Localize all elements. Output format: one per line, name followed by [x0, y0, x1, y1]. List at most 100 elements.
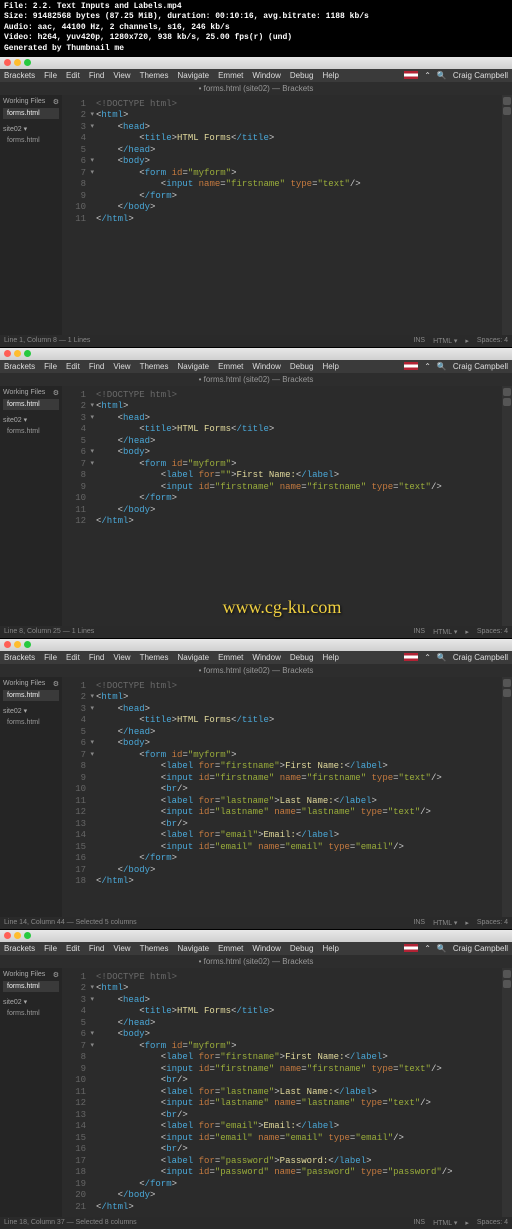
zoom-window-icon[interactable] — [24, 350, 31, 357]
status-lang[interactable]: HTML ▾ — [433, 919, 457, 927]
menu-help[interactable]: Help — [322, 362, 338, 371]
menu-themes[interactable]: Themes — [140, 653, 169, 662]
code-area[interactable]: <!DOCTYPE html> <html> <head> <title>HTM… — [92, 95, 502, 335]
menu-navigate[interactable]: Navigate — [177, 71, 209, 80]
menu-edit[interactable]: Edit — [66, 653, 80, 662]
menu-brackets[interactable]: Brackets — [4, 944, 35, 953]
menu-find[interactable]: Find — [89, 71, 105, 80]
flag-icon[interactable] — [404, 944, 418, 952]
working-file[interactable]: forms.html — [3, 981, 59, 992]
status-spaces[interactable]: Spaces: 4 — [477, 337, 508, 345]
wifi-icon[interactable]: ⌃ — [424, 944, 431, 953]
code-area[interactable]: <!DOCTYPE html> <html> <head> <title>HTM… — [92, 386, 502, 626]
code-editor[interactable]: 1234567891011 <!DOCTYPE html> <html> <he… — [62, 95, 502, 335]
menu-navigate[interactable]: Navigate — [177, 944, 209, 953]
menu-themes[interactable]: Themes — [140, 362, 169, 371]
status-ins[interactable]: INS — [413, 628, 425, 636]
tab-title[interactable]: • forms.html (site02) — Brackets — [199, 84, 314, 93]
menu-view[interactable]: View — [113, 71, 130, 80]
project-head[interactable]: site02 ▾ — [3, 416, 59, 424]
menu-emmet[interactable]: Emmet — [218, 362, 243, 371]
menu-themes[interactable]: Themes — [140, 944, 169, 953]
menu-navigate[interactable]: Navigate — [177, 362, 209, 371]
wifi-icon[interactable]: ⌃ — [424, 362, 431, 371]
menu-edit[interactable]: Edit — [66, 944, 80, 953]
menu-file[interactable]: File — [44, 944, 57, 953]
project-file[interactable]: forms.html — [3, 135, 59, 146]
live-preview-icon[interactable] — [503, 97, 511, 105]
menu-find[interactable]: Find — [89, 944, 105, 953]
project-head[interactable]: site02 ▾ — [3, 707, 59, 715]
close-window-icon[interactable] — [4, 641, 11, 648]
status-ins[interactable]: INS — [413, 919, 425, 927]
status-arrow[interactable]: ▸ — [465, 919, 469, 927]
status-spaces[interactable]: Spaces: 4 — [477, 628, 508, 636]
close-window-icon[interactable] — [4, 59, 11, 66]
project-file[interactable]: forms.html — [3, 1008, 59, 1019]
menu-navigate[interactable]: Navigate — [177, 653, 209, 662]
extension-icon[interactable] — [503, 107, 511, 115]
close-window-icon[interactable] — [4, 350, 11, 357]
extension-icon[interactable] — [503, 980, 511, 988]
menu-edit[interactable]: Edit — [66, 362, 80, 371]
code-editor[interactable]: 123456789101112 <!DOCTYPE html> <html> <… — [62, 386, 502, 626]
menu-emmet[interactable]: Emmet — [218, 653, 243, 662]
menu-view[interactable]: View — [113, 362, 130, 371]
status-lang[interactable]: HTML ▾ — [433, 337, 457, 345]
menu-brackets[interactable]: Brackets — [4, 71, 35, 80]
menu-edit[interactable]: Edit — [66, 71, 80, 80]
user-name[interactable]: Craig Campbell — [453, 653, 508, 662]
menu-window[interactable]: Window — [252, 362, 280, 371]
search-icon[interactable]: 🔍 — [437, 362, 447, 371]
flag-icon[interactable] — [404, 653, 418, 661]
menu-debug[interactable]: Debug — [290, 944, 314, 953]
code-editor[interactable]: 123456789101112131415161718 <!DOCTYPE ht… — [62, 677, 502, 917]
live-preview-icon[interactable] — [503, 679, 511, 687]
project-file[interactable]: forms.html — [3, 426, 59, 437]
menu-window[interactable]: Window — [252, 944, 280, 953]
menu-debug[interactable]: Debug — [290, 71, 314, 80]
wifi-icon[interactable]: ⌃ — [424, 653, 431, 662]
menu-help[interactable]: Help — [322, 944, 338, 953]
menu-brackets[interactable]: Brackets — [4, 362, 35, 371]
menu-themes[interactable]: Themes — [140, 71, 169, 80]
menu-emmet[interactable]: Emmet — [218, 944, 243, 953]
menu-file[interactable]: File — [44, 71, 57, 80]
extension-icon[interactable] — [503, 689, 511, 697]
search-icon[interactable]: 🔍 — [437, 71, 447, 80]
code-area[interactable]: <!DOCTYPE html> <html> <head> <title>HTM… — [92, 677, 502, 917]
menu-debug[interactable]: Debug — [290, 653, 314, 662]
status-arrow[interactable]: ▸ — [465, 628, 469, 636]
code-editor[interactable]: 123456789101112131415161718192021 <!DOCT… — [62, 968, 502, 1218]
zoom-window-icon[interactable] — [24, 641, 31, 648]
menu-window[interactable]: Window — [252, 653, 280, 662]
status-ins[interactable]: INS — [413, 1219, 425, 1227]
zoom-window-icon[interactable] — [24, 932, 31, 939]
live-preview-icon[interactable] — [503, 970, 511, 978]
project-file[interactable]: forms.html — [3, 717, 59, 728]
status-spaces[interactable]: Spaces: 4 — [477, 1219, 508, 1227]
project-head[interactable]: site02 ▾ — [3, 125, 59, 133]
status-lang[interactable]: HTML ▾ — [433, 1219, 457, 1227]
tab-title[interactable]: • forms.html (site02) — Brackets — [199, 375, 314, 384]
status-arrow[interactable]: ▸ — [465, 1219, 469, 1227]
user-name[interactable]: Craig Campbell — [453, 362, 508, 371]
menu-help[interactable]: Help — [322, 71, 338, 80]
sidebar-gear-icon[interactable]: ⚙ — [53, 389, 59, 397]
extension-icon[interactable] — [503, 398, 511, 406]
menu-debug[interactable]: Debug — [290, 362, 314, 371]
search-icon[interactable]: 🔍 — [437, 653, 447, 662]
flag-icon[interactable] — [404, 71, 418, 79]
status-arrow[interactable]: ▸ — [465, 337, 469, 345]
menu-help[interactable]: Help — [322, 653, 338, 662]
status-lang[interactable]: HTML ▾ — [433, 628, 457, 636]
menu-view[interactable]: View — [113, 653, 130, 662]
flag-icon[interactable] — [404, 362, 418, 370]
user-name[interactable]: Craig Campbell — [453, 944, 508, 953]
menu-window[interactable]: Window — [252, 71, 280, 80]
minimize-window-icon[interactable] — [14, 350, 21, 357]
sidebar-gear-icon[interactable]: ⚙ — [53, 971, 59, 979]
tab-title[interactable]: • forms.html (site02) — Brackets — [199, 957, 314, 966]
code-area[interactable]: <!DOCTYPE html> <html> <head> <title>HTM… — [92, 968, 502, 1218]
user-name[interactable]: Craig Campbell — [453, 71, 508, 80]
